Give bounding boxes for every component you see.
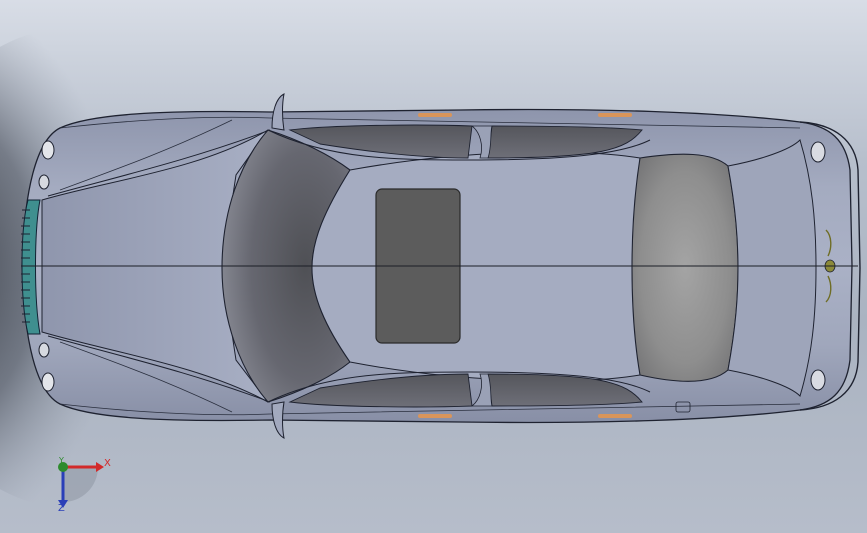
rear-window <box>631 153 739 382</box>
x-axis-label: X <box>104 458 111 469</box>
z-axis-label: Z <box>58 503 65 514</box>
graphics-viewport[interactable]: X Y Z <box>0 0 867 533</box>
car-model[interactable] <box>0 0 867 533</box>
headlight <box>41 140 55 160</box>
side-marker-light <box>418 414 452 418</box>
headlight <box>38 174 50 190</box>
taillight <box>810 369 826 391</box>
side-marker-light <box>598 414 632 418</box>
trunk-panel <box>727 139 817 397</box>
taillight <box>810 141 826 163</box>
roof-panel <box>311 151 641 382</box>
y-axis-label: Y <box>59 456 64 465</box>
triad-shading <box>63 467 98 502</box>
headlight <box>38 342 50 358</box>
side-marker-light <box>598 113 632 117</box>
x-axis-arrowhead <box>96 462 104 472</box>
side-marker-light <box>418 113 452 117</box>
side-mirror-left[interactable] <box>271 93 285 131</box>
side-mirror-right[interactable] <box>271 401 285 439</box>
headlight <box>41 372 55 392</box>
